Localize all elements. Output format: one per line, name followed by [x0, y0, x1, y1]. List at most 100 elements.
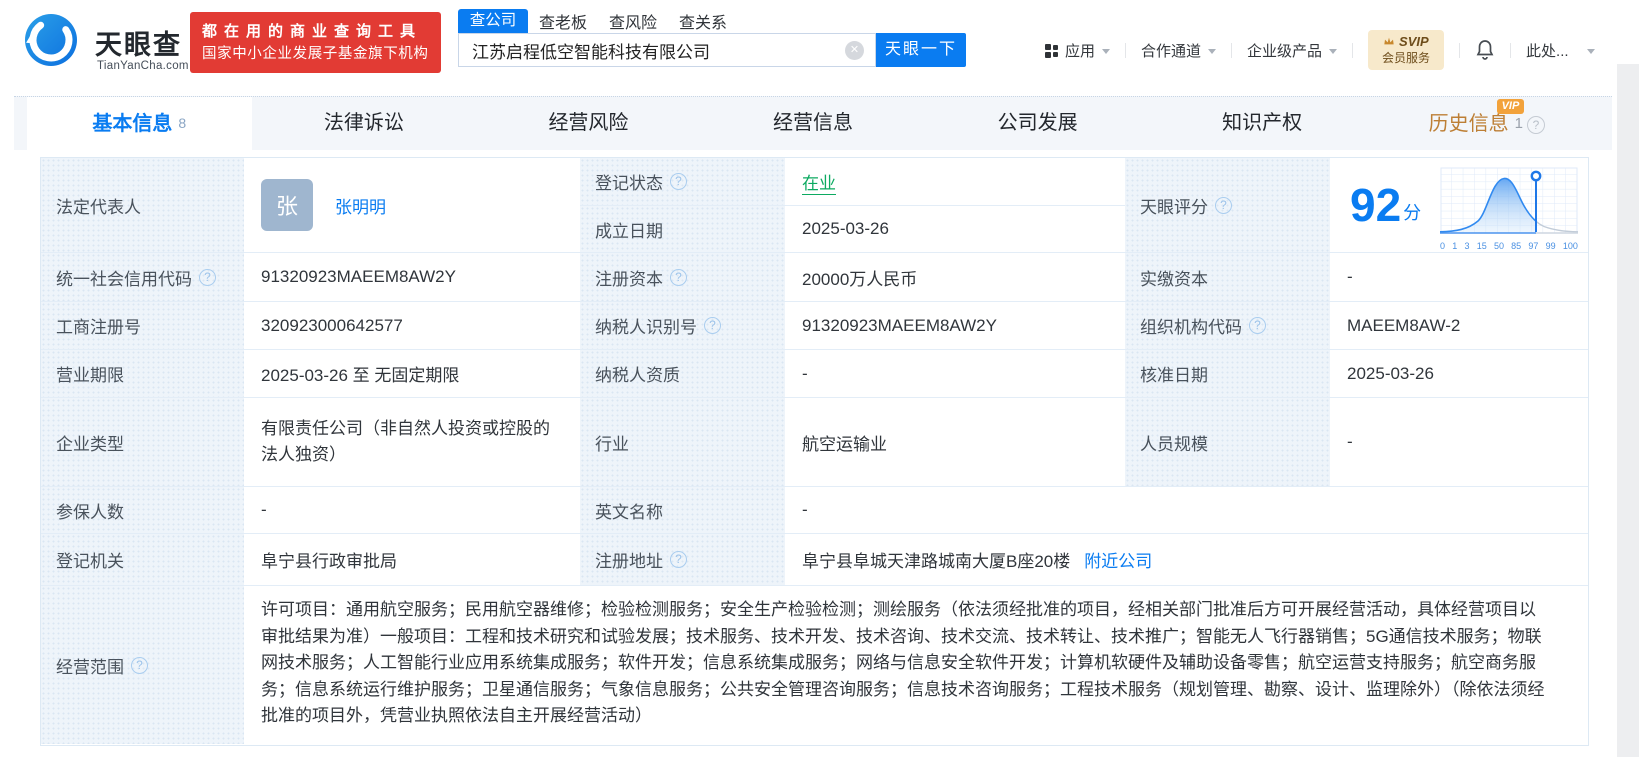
help-icon[interactable]: ? — [1249, 317, 1266, 334]
search-button[interactable]: 天眼一下 — [876, 33, 966, 67]
help-icon[interactable]: ? — [199, 268, 216, 286]
field-value: 91320923MAEEM8AW2Y — [785, 302, 1125, 350]
nav-enterprise[interactable]: 企业级产品 — [1247, 40, 1338, 61]
chevron-down-icon — [1208, 48, 1217, 54]
field-value: 2025-03-26 — [1330, 350, 1588, 398]
field-label: 企业类型 — [41, 398, 244, 487]
brand-domain: TianYanCha.com — [97, 60, 189, 72]
field-value: - — [244, 487, 580, 534]
field-value: 2025-03-26 至 无固定期限 — [244, 350, 580, 398]
header: 天眼查 TianYanCha.com 都在用的商业查询工具 国家中小企业发展子基… — [0, 0, 1639, 90]
search-tab-company[interactable]: 查公司 — [458, 9, 528, 33]
help-icon[interactable]: ? — [670, 551, 687, 568]
nav-more[interactable]: 此处... — [1526, 40, 1595, 61]
field-label: 人员规模 — [1125, 398, 1330, 487]
field-value: 91320923MAEEM8AW2Y — [244, 253, 580, 302]
svip-member-badge[interactable]: SVIP 会员服务 — [1368, 30, 1445, 70]
help-icon[interactable]: ? — [670, 173, 687, 190]
legal-rep-cell: 张 张明明 — [244, 158, 580, 253]
field-label: 注册地址? — [580, 534, 785, 586]
field-label: 营业期限 — [41, 350, 244, 398]
nearby-companies-link[interactable]: 附近公司 — [1084, 547, 1152, 572]
field-label: 纳税人资质 — [580, 350, 785, 398]
search-box: ✕ — [458, 33, 876, 67]
field-value: MAEEM8AW-2 — [1330, 302, 1588, 350]
search-tabs: 查公司 查老板 查风险 查关系 — [458, 9, 749, 33]
field-value: 320923000642577 — [244, 302, 580, 350]
tab-legal[interactable]: 法律诉讼 — [252, 97, 477, 150]
banner-line2: 国家中小企业发展子基金旗下机构 — [202, 46, 429, 62]
tab-count: 1 — [1514, 115, 1523, 132]
divider — [1125, 42, 1127, 58]
field-value: - — [1330, 398, 1588, 487]
legal-rep-link[interactable]: 张明明 — [335, 193, 386, 218]
tab-business-info[interactable]: 经营信息 — [701, 97, 926, 150]
nav-apps[interactable]: 应用 — [1045, 40, 1111, 61]
divider — [1510, 42, 1512, 58]
vip-ribbon: VIP — [1496, 99, 1525, 114]
field-label: 工商注册号 — [41, 302, 244, 350]
score-unit: 分 — [1403, 203, 1422, 223]
field-label: 天眼评分? — [1125, 158, 1330, 253]
field-label: 行业 — [580, 398, 785, 487]
crown-icon — [1384, 37, 1395, 45]
tianyancha-logo-icon[interactable] — [24, 13, 78, 67]
tab-basic-info[interactable]: 基本信息 8 — [27, 97, 252, 150]
apps-grid-icon — [1045, 43, 1058, 58]
avatar[interactable]: 张 — [261, 179, 313, 231]
score-value: 92 — [1350, 179, 1402, 231]
field-value: - — [785, 487, 1588, 534]
help-icon[interactable]: ? — [670, 268, 687, 286]
help-icon[interactable]: ? — [704, 317, 721, 334]
field-label: 登记机关 — [41, 534, 244, 586]
field-label: 统一社会信用代码? — [41, 253, 244, 302]
promo-banner: 都在用的商业查询工具 国家中小企业发展子基金旗下机构 — [190, 12, 441, 73]
field-value: 2025-03-26 — [785, 206, 1125, 253]
field-value: - — [785, 350, 1125, 398]
clear-search-icon[interactable]: ✕ — [845, 40, 864, 60]
divider — [1352, 42, 1354, 58]
brand-name[interactable]: 天眼查 — [95, 23, 182, 62]
chevron-down-icon — [1102, 48, 1111, 54]
tab-intellectual-property[interactable]: 知识产权 — [1150, 97, 1375, 150]
help-icon[interactable]: ? — [1215, 196, 1232, 214]
top-nav: 应用 合作通道 企业级产品 SVIP 会员服务 此处... — [1045, 30, 1595, 70]
tab-company-development[interactable]: 公司发展 — [925, 97, 1150, 150]
field-label: 英文名称 — [580, 487, 785, 534]
banner-line1: 都在用的商业查询工具 — [202, 23, 423, 40]
field-label: 注册资本? — [580, 253, 785, 302]
company-tab-bar: 基本信息 8 法律诉讼 经营风险 经营信息 公司发展 知识产权 历史信息 VIP 1? — [14, 96, 1612, 150]
field-label: 组织机构代码? — [1125, 302, 1330, 350]
score-distribution-chart: 0 1 3 15 50 85 97 99 100 — [1440, 167, 1578, 251]
tab-operation-risk[interactable]: 经营风险 — [476, 97, 701, 150]
search-input[interactable] — [459, 40, 845, 60]
search-tab-relation[interactable]: 查关系 — [679, 9, 727, 33]
field-label: 核准日期 — [1125, 350, 1330, 398]
field-value: 阜宁县行政审批局 — [244, 534, 580, 586]
help-icon[interactable]: ? — [1526, 116, 1545, 134]
status-link[interactable]: 在业 — [802, 169, 836, 195]
help-icon[interactable]: ? — [131, 656, 148, 674]
field-value: 20000万人民币 — [785, 253, 1125, 302]
tab-history-info[interactable]: 历史信息 VIP 1? — [1374, 97, 1599, 150]
field-value: 航空运输业 — [785, 398, 1125, 487]
notification-bell-icon[interactable] — [1475, 39, 1495, 61]
field-label: 经营范围? — [41, 586, 244, 744]
scrollbar-track[interactable] — [1617, 64, 1639, 757]
field-label: 法定代表人 — [41, 158, 244, 253]
divider — [1231, 42, 1233, 58]
nav-coop[interactable]: 合作通道 — [1141, 40, 1217, 61]
field-value: - — [1330, 253, 1588, 302]
field-label: 登记状态? — [580, 158, 785, 206]
field-label: 成立日期 — [580, 206, 785, 253]
search-tab-boss[interactable]: 查老板 — [539, 9, 587, 33]
field-label: 参保人数 — [41, 487, 244, 534]
basic-info-table: 法定代表人 张 张明明 登记状态? 在业 成立日期 2025-03-26 天眼评… — [40, 157, 1589, 746]
search-tab-risk[interactable]: 查风险 — [609, 9, 657, 33]
divider — [1459, 42, 1461, 58]
chevron-down-icon — [1329, 48, 1338, 54]
tab-count: 8 — [178, 115, 187, 131]
business-scope-text: 许可项目：通用航空服务；民用航空器维修；检验检测服务；安全生产检验检测；测绘服务… — [261, 600, 1545, 725]
score-cell: 92 分 0 1 3 15 50 85 97 99 100 — [1330, 158, 1588, 253]
field-label: 纳税人识别号? — [580, 302, 785, 350]
